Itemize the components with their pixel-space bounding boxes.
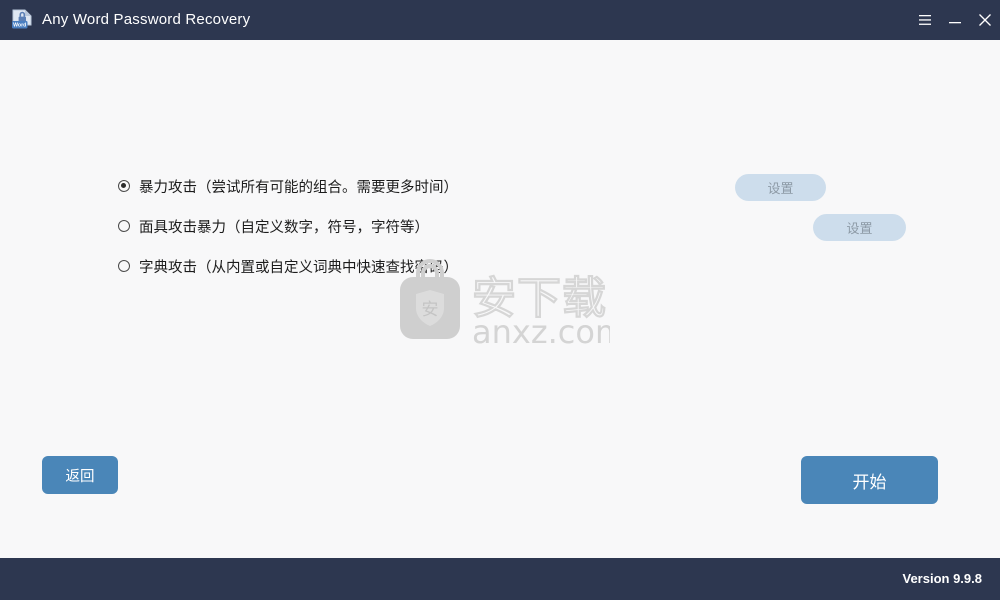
radio-dictionary-attack[interactable] xyxy=(118,260,130,272)
attack-option-dictionary[interactable]: 字典攻击（从内置或自定义词典中快速查找密码） xyxy=(118,255,458,277)
back-button[interactable]: 返回 xyxy=(42,456,118,494)
window-controls xyxy=(910,0,1000,40)
main-content: 暴力攻击（尝试所有可能的组合。需要更多时间） 面具攻击暴力（自定义数字，符号，字… xyxy=(0,40,1000,558)
settings-button-dictionary[interactable]: 设置 xyxy=(813,214,906,241)
radio-mask-attack[interactable] xyxy=(118,220,130,232)
attack-option-label: 字典攻击（从内置或自定义词典中快速查找密码） xyxy=(139,259,458,276)
attack-option-label: 面具攻击暴力（自定义数字，符号，字符等） xyxy=(139,219,429,236)
radio-brute-force[interactable] xyxy=(118,180,130,192)
svg-text:安: 安 xyxy=(422,300,439,320)
title-bar: Word Any Word Password Recovery xyxy=(0,0,1000,40)
hamburger-menu-icon[interactable] xyxy=(910,0,940,40)
word-document-lock-icon: Word xyxy=(10,8,35,33)
svg-text:Word: Word xyxy=(13,23,26,29)
minimize-icon[interactable] xyxy=(940,0,970,40)
attack-option-mask[interactable]: 面具攻击暴力（自定义数字，符号，字符等） xyxy=(118,215,429,237)
close-icon[interactable] xyxy=(970,0,1000,40)
application-window: Word Any Word Password Recovery 暴力攻击（尝试所… xyxy=(0,0,1000,600)
svg-text:安下载: 安下载 xyxy=(472,273,607,324)
settings-button-mask[interactable]: 设置 xyxy=(735,174,826,201)
start-button[interactable]: 开始 xyxy=(801,456,938,504)
version-label: Version 9.9.8 xyxy=(902,571,983,586)
attack-option-label: 暴力攻击（尝试所有可能的组合。需要更多时间） xyxy=(139,179,458,196)
attack-option-brute-force[interactable]: 暴力攻击（尝试所有可能的组合。需要更多时间） xyxy=(118,175,458,197)
footer-bar: Version 9.9.8 xyxy=(0,558,1000,600)
window-title: Any Word Password Recovery xyxy=(42,11,251,28)
svg-text:anxz.com: anxz.com xyxy=(472,313,610,351)
